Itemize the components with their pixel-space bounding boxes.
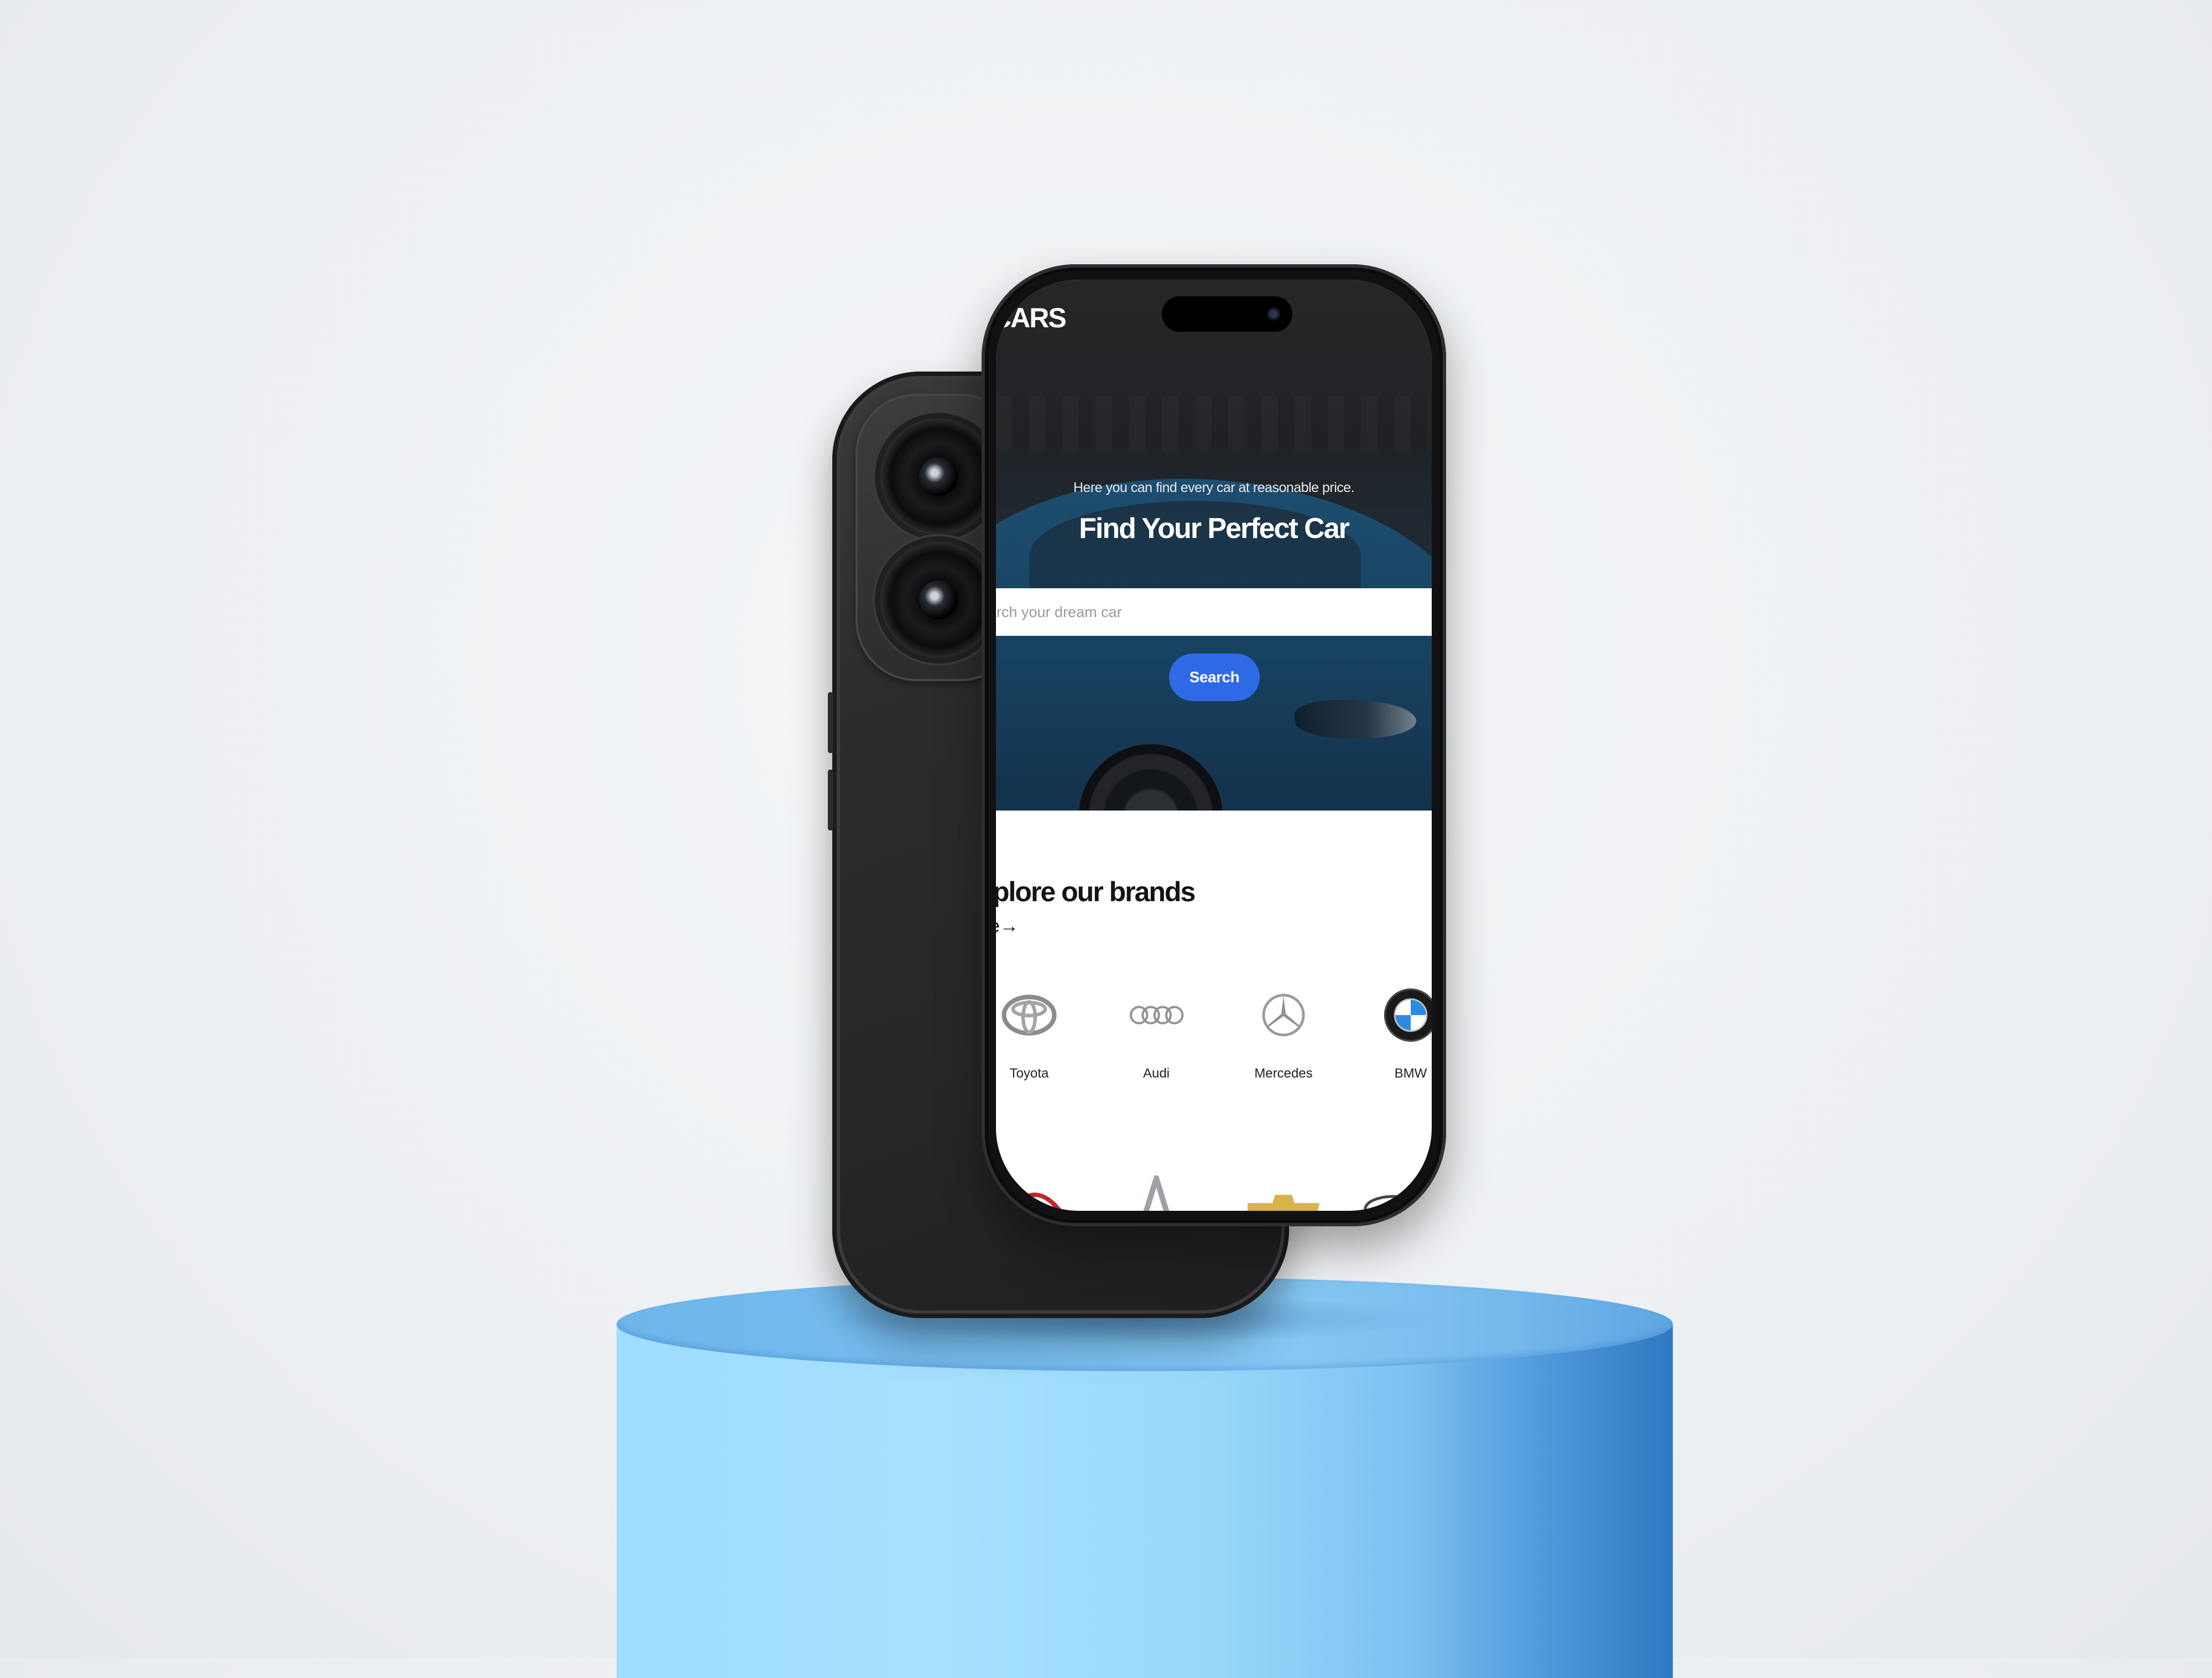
dynamic-island — [1162, 296, 1292, 332]
brand-label: BMW — [1394, 1066, 1427, 1081]
brand-item-partial[interactable] — [1001, 1175, 1068, 1211]
hero-title: Find Your Perfect Car — [1079, 513, 1350, 545]
camera-lens-icon — [880, 419, 997, 535]
side-button — [828, 770, 833, 830]
brand-item-partial[interactable] — [1129, 1168, 1184, 1211]
front-phone: CARS Here you can find every car at reas… — [982, 264, 1446, 1226]
brand-item-bmw[interactable]: BMW — [1361, 982, 1432, 1092]
hero-section: CARS Here you can find every car at reas… — [996, 280, 1432, 811]
search-input[interactable] — [996, 588, 1432, 636]
search-button[interactable]: Search — [1169, 654, 1260, 701]
mercedes-logo-icon — [1256, 987, 1311, 1043]
bmw-logo-icon — [1383, 987, 1432, 1043]
brand-item-partial[interactable] — [1245, 1175, 1322, 1211]
see-more-link[interactable]: e→ — [996, 916, 1019, 937]
brand-label: Toyota — [1009, 1066, 1049, 1081]
oval-brand-logo-icon — [1364, 1195, 1425, 1211]
camera-lens-icon — [880, 542, 997, 658]
brand-item-mercedes[interactable]: Mercedes — [1234, 982, 1333, 1092]
site-logo[interactable]: CARS — [996, 302, 1067, 334]
brand-item-partial[interactable] — [1361, 1175, 1427, 1211]
product-mockup-scene: CARS Here you can find every car at reas… — [0, 0, 2212, 1678]
brand-item-toyota[interactable]: Toyota — [996, 982, 1079, 1092]
brand-label: Audi — [1142, 1066, 1170, 1081]
pedestal-body — [617, 1324, 1673, 1678]
red-brand-logo-icon — [1006, 1193, 1063, 1211]
brand-item-audi[interactable]: Audi — [1107, 982, 1206, 1092]
phone-screen: CARS Here you can find every car at reas… — [996, 280, 1432, 1211]
side-button — [828, 692, 833, 753]
audi-logo-icon — [1129, 987, 1184, 1043]
brand-label: Mercedes — [1254, 1066, 1313, 1081]
brands-section-title: plore our brands — [996, 876, 1196, 907]
hero-overlay — [996, 280, 1432, 811]
pedestal — [617, 1277, 1673, 1678]
chevrolet-logo-icon — [1248, 1195, 1319, 1211]
hero-tagline: Here you can find every car at reasonabl… — [1073, 480, 1355, 495]
toyota-logo-icon — [1001, 987, 1057, 1043]
silver-brand-logo-icon — [1143, 1168, 1170, 1211]
